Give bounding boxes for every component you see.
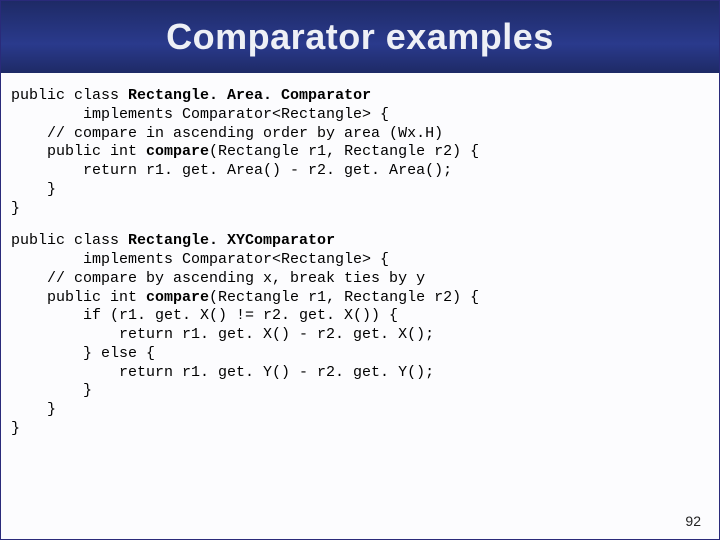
- code-line: }: [11, 382, 92, 399]
- method-name: compare: [146, 289, 209, 306]
- code-block-2: public class Rectangle. XYComparator imp…: [1, 218, 719, 438]
- code-line: return r1. get. Area() - r2. get. Area()…: [11, 162, 452, 179]
- code-line: implements Comparator<Rectangle> {: [11, 251, 389, 268]
- code-line: }: [11, 200, 20, 217]
- slide-title: Comparator examples: [166, 16, 554, 58]
- code-line: }: [11, 401, 56, 418]
- code-line: (Rectangle r1, Rectangle r2) {: [209, 289, 479, 306]
- code-line: if (r1. get. X() != r2. get. X()) {: [11, 307, 398, 324]
- class-name: Rectangle. Area. Comparator: [128, 87, 371, 104]
- code-line: // compare by ascending x, break ties by…: [11, 270, 425, 287]
- code-block-1: public class Rectangle. Area. Comparator…: [1, 73, 719, 218]
- code-line: // compare in ascending order by area (W…: [11, 125, 443, 142]
- title-banner: Comparator examples: [1, 1, 719, 73]
- code-line: implements Comparator<Rectangle> {: [11, 106, 389, 123]
- method-name: compare: [146, 143, 209, 160]
- code-line: } else {: [11, 345, 155, 362]
- code-line: public int: [11, 289, 146, 306]
- code-line: (Rectangle r1, Rectangle r2) {: [209, 143, 479, 160]
- code-line: return r1. get. X() - r2. get. X();: [11, 326, 434, 343]
- code-line: }: [11, 420, 20, 437]
- code-line: public int: [11, 143, 146, 160]
- code-line: public class: [11, 87, 128, 104]
- class-name: Rectangle. XYComparator: [128, 232, 335, 249]
- code-line: return r1. get. Y() - r2. get. Y();: [11, 364, 434, 381]
- page-number: 92: [685, 513, 701, 529]
- code-line: }: [11, 181, 56, 198]
- code-line: public class: [11, 232, 128, 249]
